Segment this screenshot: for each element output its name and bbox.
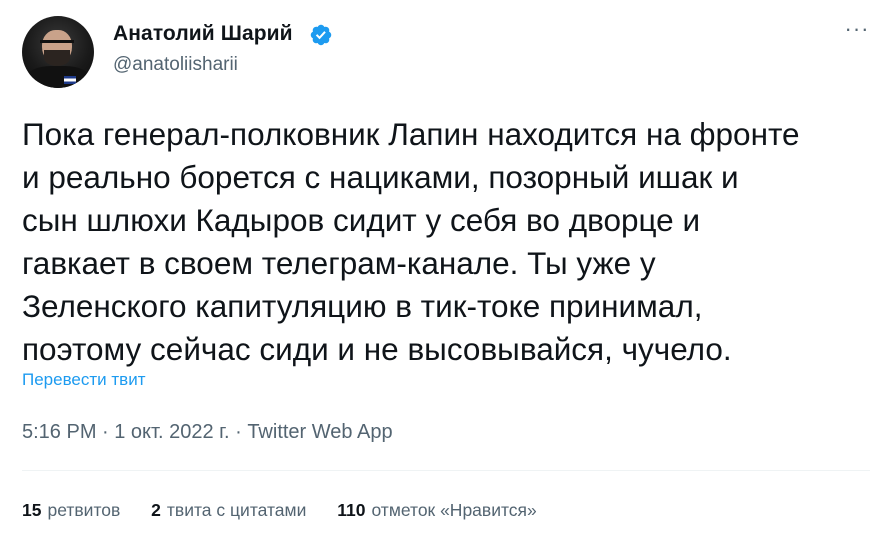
verified-badge-icon <box>310 24 332 46</box>
tweet-text-line: Пока генерал-полковник Лапин находится н… <box>22 116 800 152</box>
likes-count: 110 <box>337 500 366 520</box>
tweet-timestamp[interactable]: 5:16 PM · 1 окт. 2022 г. · Twitter Web A… <box>22 421 393 444</box>
avatar-flag-patch <box>64 76 76 84</box>
tweet-text-line: Зеленского капитуляцию в тик-токе приним… <box>22 288 703 324</box>
quotes-count: 2 <box>151 500 161 520</box>
tweet-text-line: гавкает в своем телеграм-канале. Ты уже … <box>22 245 656 281</box>
tweet-text-line: сын шлюхи Кадыров сидит у себя во дворце… <box>22 202 701 238</box>
display-name[interactable]: Анатолий Шарий <box>113 22 293 46</box>
avatar-shirt <box>26 66 90 88</box>
likes-stat[interactable]: 110 отметок «Нравится» <box>337 500 537 521</box>
tweet-stats: 15 ретвитов 2 твита с цитатами 110 отметок … <box>22 500 563 521</box>
more-horizontal-icon[interactable]: ··· <box>844 18 870 42</box>
avatar[interactable] <box>22 16 94 88</box>
tweet-text-line: поэтому сейчас сиди и не высовывайся, чу… <box>22 331 732 367</box>
quotes-stat[interactable]: 2 твита с цитатами <box>151 500 306 521</box>
divider <box>22 470 870 471</box>
tweet-text: Пока генерал-полковник Лапин находится н… <box>22 113 877 371</box>
avatar-beard <box>44 50 70 66</box>
retweets-label: ретвитов <box>47 500 121 520</box>
likes-label: отметок «Нравится» <box>371 500 537 520</box>
translate-tweet-link[interactable]: Перевести твит <box>22 370 145 390</box>
retweets-stat[interactable]: 15 ретвитов <box>22 500 120 521</box>
retweets-count: 15 <box>22 500 42 520</box>
user-handle[interactable]: @anatoliisharii <box>113 54 238 76</box>
quotes-label: твита с цитатами <box>166 500 307 520</box>
tweet-text-line: и реально борется с нациками, позорный и… <box>22 159 739 195</box>
tweet-card: Анатолий Шарий @anatoliisharii ··· Пока … <box>0 0 890 539</box>
